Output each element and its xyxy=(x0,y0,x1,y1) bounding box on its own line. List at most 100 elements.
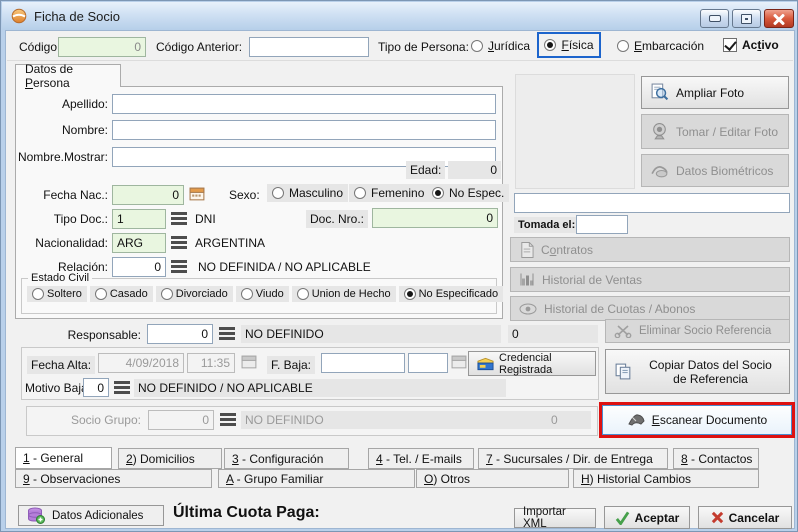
tab-contactos[interactable]: 8 - Contactos xyxy=(673,448,759,469)
apellido-field[interactable] xyxy=(112,94,496,114)
radio-embarcacion[interactable]: Embarcación xyxy=(617,39,704,53)
coin-icon xyxy=(519,303,537,315)
motivo-baja-field[interactable]: 0 xyxy=(83,378,109,397)
tab-general[interactable]: 1 - General xyxy=(15,447,112,469)
tab-sucursales[interactable]: 7 - Sucursales / Dir. de Entrega xyxy=(478,448,668,469)
datos-adicionales-label: Datos Adicionales xyxy=(52,510,143,522)
radio-fisica-icon xyxy=(544,39,556,51)
calendar-disabled-icon xyxy=(241,354,258,370)
credencial-registrada-button[interactable]: Credencial Registrada xyxy=(468,351,596,376)
f-baja-date-field[interactable] xyxy=(321,353,405,373)
radio-fisica[interactable]: Física xyxy=(544,38,593,52)
tab-observaciones-label: 9 - Observaciones xyxy=(23,472,120,486)
tipo-doc-field[interactable]: 1 xyxy=(112,209,166,229)
f-baja-label: F. Baja: xyxy=(267,356,315,374)
tab-historial-cambios[interactable]: H) Historial Cambios xyxy=(573,469,759,488)
radio-juridica[interactable]: Jurídica xyxy=(471,39,530,53)
tab-contactos-label: 8 - Contactos xyxy=(681,452,752,466)
socio-grupo-lookup-icon[interactable] xyxy=(220,413,236,426)
tipo-doc-lookup-icon[interactable] xyxy=(171,212,187,225)
radio-no-espec[interactable]: No Espec. xyxy=(427,184,509,202)
fecha-alta-label: Fecha Alta: xyxy=(27,356,95,374)
radio-divorciado-label: Divorciado xyxy=(176,288,228,300)
magnifier-document-icon xyxy=(650,83,669,102)
historial-ventas-label: Historial de Ventas xyxy=(542,273,642,287)
escanear-documento-label: Escanear Documento xyxy=(652,413,767,427)
radio-soltero-icon xyxy=(32,288,44,300)
escanear-documento-button[interactable]: Escanear Documento xyxy=(602,405,792,435)
red-x-icon xyxy=(711,511,724,524)
radio-casado[interactable]: Casado xyxy=(90,286,153,302)
f-baja-time-field[interactable] xyxy=(408,353,448,373)
radio-viudo[interactable]: Viudo xyxy=(236,286,289,302)
radio-union-de-hecho[interactable]: Union de Hecho xyxy=(292,286,396,302)
responsable-field[interactable]: 0 xyxy=(147,324,213,344)
responsable-label: Responsable: xyxy=(41,328,141,342)
tab-datos-de-persona[interactable]: Datos de Persona xyxy=(15,64,121,87)
title-bar[interactable]: Ficha de Socio xyxy=(2,2,798,30)
fecha-nac-field[interactable]: 0 xyxy=(112,185,184,205)
eliminar-socio-referencia-label: Eliminar Socio Referencia xyxy=(639,325,771,337)
copiar-datos-label: Copiar Datos del Socio de Referencia xyxy=(640,358,781,386)
tab-domicilios[interactable]: 2) Domicilios xyxy=(118,448,222,469)
aceptar-label: Aceptar xyxy=(635,511,680,525)
tab-configuracion[interactable]: 3 - Configuración xyxy=(224,448,349,469)
radio-no-especificado[interactable]: No Especificado xyxy=(399,286,504,302)
tab-historial-cambios-label: H) Historial Cambios xyxy=(581,472,691,486)
codigo-anterior-label: Código Anterior: xyxy=(156,40,242,54)
eliminar-socio-referencia-button: Eliminar Socio Referencia xyxy=(605,319,790,343)
aceptar-button[interactable]: Aceptar xyxy=(604,506,690,529)
tab-observaciones[interactable]: 9 - Observaciones xyxy=(15,469,212,488)
radio-union-label: Union de Hecho xyxy=(312,288,391,300)
radio-no-especificado-icon xyxy=(404,288,416,300)
radio-soltero-label: Soltero xyxy=(47,288,82,300)
tomar-editar-foto-label: Tomar / Editar Foto xyxy=(676,125,778,139)
cancelar-button[interactable]: Cancelar xyxy=(698,506,792,529)
tomada-el-field[interactable] xyxy=(576,215,628,234)
estado-civil-title: Estado Civil xyxy=(28,272,92,284)
nacionalidad-label: Nacionalidad: xyxy=(15,236,108,250)
checkbox-checked-icon xyxy=(723,38,737,52)
close-button[interactable] xyxy=(764,9,794,28)
nacionalidad-field[interactable]: ARG xyxy=(112,233,166,253)
window-title: Ficha de Socio xyxy=(34,9,120,24)
radio-femenino[interactable]: Femenino xyxy=(349,184,429,202)
nombre-field[interactable] xyxy=(112,120,496,140)
maximize-button[interactable] xyxy=(732,9,761,28)
relacion-desc: NO DEFINIDA / NO APLICABLE xyxy=(198,260,371,274)
socio-grupo-desc: NO DEFINIDO xyxy=(241,411,507,429)
socio-grupo-field: 0 xyxy=(148,410,214,430)
relacion-field[interactable]: 0 xyxy=(112,257,166,277)
motivo-baja-lookup-icon[interactable] xyxy=(114,381,130,394)
tab-grupo-familiar[interactable]: A - Grupo Familiar xyxy=(218,469,415,488)
responsable-lookup-icon[interactable] xyxy=(219,327,235,340)
copy-pages-icon xyxy=(614,362,633,381)
codigo-label: Código: xyxy=(19,40,60,54)
datos-adicionales-button[interactable]: Datos Adicionales xyxy=(18,505,164,526)
photo-path-field[interactable] xyxy=(514,193,790,213)
radio-masculino[interactable]: Masculino xyxy=(267,184,348,202)
tab-otros[interactable]: O) Otros xyxy=(416,469,569,488)
contract-document-icon xyxy=(519,241,534,259)
doc-nro-field[interactable]: 0 xyxy=(372,208,498,228)
copiar-datos-button[interactable]: Copiar Datos del Socio de Referencia xyxy=(605,349,790,394)
calendar-disabled-icon xyxy=(451,354,468,370)
tab-otros-label: O) Otros xyxy=(424,472,470,486)
codigo-anterior-field[interactable] xyxy=(249,37,369,57)
ampliar-foto-button[interactable]: Ampliar Foto xyxy=(641,76,789,109)
fecha-nac-calendar-button[interactable] xyxy=(189,186,206,202)
nacionalidad-lookup-icon[interactable] xyxy=(171,236,187,249)
radio-no-espec-icon xyxy=(432,187,444,199)
socio-grupo-label: Socio Grupo: xyxy=(39,413,141,427)
radio-divorciado[interactable]: Divorciado xyxy=(156,286,233,302)
nombre-label: Nombre: xyxy=(15,123,108,137)
importar-xml-button[interactable]: Importar XML xyxy=(514,508,596,528)
relacion-lookup-icon[interactable] xyxy=(171,260,187,273)
activo-checkbox[interactable]: Activo xyxy=(723,38,779,52)
minimize-button[interactable] xyxy=(700,9,729,28)
tab-tel-emails[interactable]: 4 - Tel. / E-mails xyxy=(368,448,474,469)
radio-soltero[interactable]: Soltero xyxy=(27,286,87,302)
app-icon xyxy=(11,8,27,24)
header-divider xyxy=(7,60,793,61)
tomar-editar-foto-button: Tomar / Editar Foto xyxy=(641,114,789,149)
